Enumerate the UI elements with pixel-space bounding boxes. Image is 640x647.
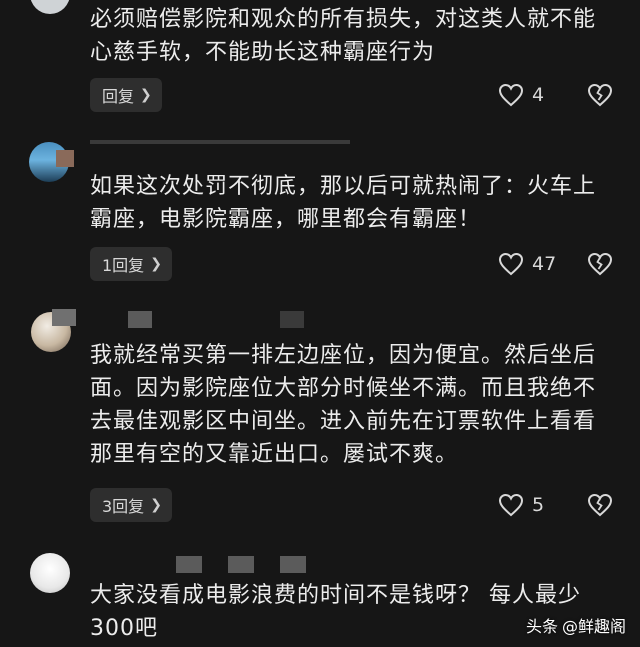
comment-text: 必须赔偿影院和观众的所有损失，对这类人就不能 心慈手软，不能助长这种霸座行为: [90, 7, 597, 65]
broken-heart-icon[interactable]: [587, 493, 613, 517]
username-redacted: [0, 140, 640, 167]
watermark: 头条 @鲜趣阁: [526, 613, 626, 637]
reply-label: 3回复: [102, 497, 145, 516]
watermark-brand: 头条: [525, 617, 558, 636]
reply-label: 回复: [102, 87, 135, 106]
broken-heart-icon[interactable]: [587, 252, 613, 276]
chevron-right-icon: ❯: [150, 256, 162, 272]
reply-label: 1回复: [102, 256, 145, 275]
heart-outline-icon: [498, 252, 524, 276]
like-button[interactable]: 5: [498, 488, 544, 522]
chevron-right-icon: ❯: [150, 497, 162, 513]
chevron-right-icon: ❯: [140, 87, 152, 103]
username-redacted: [0, 305, 640, 328]
like-count: 47: [532, 253, 557, 275]
username-redacted: [0, 548, 640, 573]
reply-button[interactable]: 回复 ❯: [90, 78, 162, 112]
like-button[interactable]: 4: [498, 78, 544, 112]
heart-outline-icon: [498, 493, 524, 517]
like-count: 4: [532, 84, 545, 106]
heart-outline-icon: [498, 83, 524, 107]
comment-text: 如果这次处罚不彻底，那以后可就热闹了：火车上 霸座，电影院霸座，哪里都会有霸座！: [90, 174, 597, 232]
reply-button[interactable]: 1回复 ❯: [90, 247, 172, 281]
like-button[interactable]: 47: [498, 247, 556, 281]
reply-button[interactable]: 3回复 ❯: [90, 488, 172, 522]
comment-text: 我就经常买第一排左边座位，因为便宜。然后坐后 面。因为影院座位大部分时候坐不满。…: [90, 343, 597, 467]
broken-heart-icon[interactable]: [587, 83, 613, 107]
watermark-handle: @鲜趣阁: [561, 617, 626, 636]
avatar[interactable]: [30, 0, 70, 14]
like-count: 5: [532, 494, 545, 516]
